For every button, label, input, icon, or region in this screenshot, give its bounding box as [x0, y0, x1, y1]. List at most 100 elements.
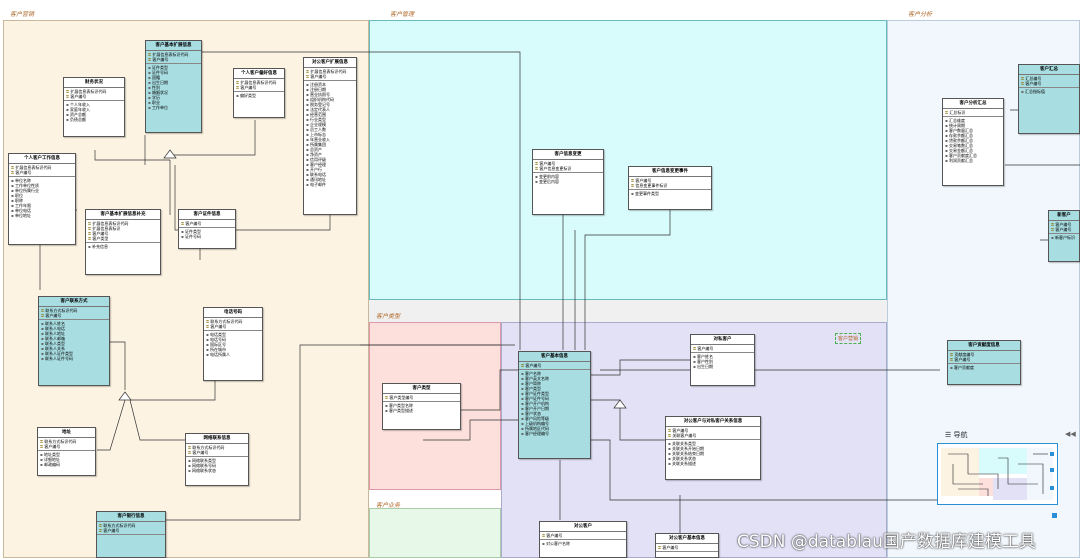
entity-title: 客户分析汇总: [943, 99, 1003, 109]
entity-customer-bank-info[interactable]: 客户银行信息 联系方式标识代码 客户编号: [96, 511, 166, 558]
entity-title: 客户证件信息: [179, 210, 235, 220]
minimap-preview: [941, 448, 1054, 500]
entity-title: 财务状况: [64, 78, 124, 88]
entity-title: 客户汇总: [1019, 65, 1079, 75]
entity-customer-contact[interactable]: 客户联系方式 联系方式标识代码 客户编号 联系人姓名 联系人电话 联系人地址 联…: [38, 296, 110, 386]
entity-key: 客户类型编号: [385, 395, 458, 400]
entity-title: 电话号码: [204, 308, 262, 318]
entity-attr: 邮政编码: [40, 462, 93, 467]
entity-title: 个人客户工作信息: [9, 154, 75, 164]
entity-personal-preference[interactable]: 个人客户偏好信息 扩展信息表标识代码 客户编号 偏好类型: [233, 68, 285, 118]
entity-attr: 偏好类型: [236, 93, 282, 98]
entity-customer-info-change[interactable]: 客户信息变更 客户编号 客户信息变更标识 变更前内容 变更后内容: [532, 149, 604, 215]
entity-title: 客户银行信息: [97, 512, 165, 522]
entity-phone-number[interactable]: 电话号码 联系方式标识代码 客户编号 电话类型 电话号码 国际区号 所在城市 电…: [203, 307, 263, 381]
entity-customer-type[interactable]: 客户类型 客户类型编号 客户类型名称 客户类型描述: [382, 383, 461, 430]
entity-title: 客户贡献度信息: [948, 341, 1020, 351]
entity-key: 客户编号: [188, 450, 246, 455]
entity-attr: 汇总指标值: [1021, 89, 1077, 94]
entity-attr: 关联关系描述: [668, 461, 758, 466]
entity-key: 客户编号: [542, 533, 624, 538]
entity-key: 客户编号: [206, 324, 260, 329]
entity-key: 客户编号: [658, 545, 716, 550]
entity-attr: 单位地址: [11, 213, 73, 218]
entity-key: 客户编号: [236, 85, 282, 90]
entity-attr: 变更事件类型: [631, 191, 709, 196]
entity-title: 对私客户: [691, 335, 754, 345]
entity-attr: 负债总额: [66, 117, 122, 122]
entity-customer-ext-info[interactable]: 客户基本扩展信息 扩展信息表标识代码 客户编号 证件类型 证件号码 国籍 出生日…: [145, 40, 202, 133]
entity-key: 客户类型: [88, 236, 158, 241]
entity-new-customer[interactable]: 新客户 客户编号 客户编号 新客户标识: [1048, 210, 1080, 262]
entity-private-customer[interactable]: 对私客户 客户编号 客户姓名 客户性别 出生日期: [690, 334, 755, 386]
minimap-resize-handle[interactable]: [1052, 513, 1057, 518]
entity-attr: 变更后内容: [535, 179, 601, 184]
entity-key: 客户编号: [1051, 227, 1077, 232]
entity-corp-private-relation[interactable]: 对公客户与对私客户关系信息 客户编号 关联客户编号 关联关系类型 关联关系开始日…: [665, 416, 761, 480]
entity-customer-basic-info[interactable]: 客户基本信息 客户编号 客户名称 客户英文名称 客户简称 客户类型 客户证件类型…: [518, 351, 591, 459]
entity-attr: 证件号码: [181, 234, 233, 239]
entity-title: 对公客户与对私客户关系信息: [666, 417, 760, 427]
entity-financial-status[interactable]: 财务状况 扩展信息表标识代码 客户编号 个人年收入 家庭年收入 资产总额 负债总…: [63, 77, 125, 137]
entity-key: 汇总标识: [945, 110, 1001, 115]
entity-key: 客户编号: [521, 363, 588, 368]
entity-customer-change-event[interactable]: 客户信息变更事件 客户编号 信息变更事件标识 变更事件类型: [628, 166, 712, 210]
entity-customer-ext-supplement[interactable]: 客户基本扩展信息补充 扩展信息表标识代码 扩展信息表标识 客户编号 客户类型 补…: [85, 209, 161, 275]
entity-key: 客户编号: [693, 346, 752, 351]
entity-attr: 新客户标识: [1051, 235, 1077, 240]
minimap[interactable]: [937, 443, 1058, 505]
entity-title: 客户信息变更事件: [629, 167, 711, 177]
minimap-title: ☰ 导航: [945, 430, 968, 440]
entity-key: 客户信息变更标识: [535, 166, 601, 171]
entity-key: 客户编号: [66, 94, 122, 99]
entity-title: 个人客户偏好信息: [234, 69, 284, 79]
entity-attr: 客户类型描述: [385, 408, 458, 413]
minimap-collapse-button[interactable]: ◀◀: [1065, 430, 1076, 438]
entity-key: 客户编号: [181, 221, 233, 226]
entity-attr: 联系人证件号码: [41, 356, 107, 361]
entity-title: 客户基本扩展信息补充: [86, 210, 160, 220]
entity-title: 地址: [38, 428, 95, 438]
entity-attr: 客户贡献度: [950, 365, 1018, 370]
menu-icon[interactable]: ☰: [945, 431, 951, 439]
entity-corporate-ext-info[interactable]: 对公客户扩展信息 扩展信息表标识代码 客户编号 注册资本 注册日期 营业执照号 …: [303, 57, 357, 215]
entity-attr: 出生日期: [693, 364, 752, 369]
entity-attr: 电话所属人: [206, 352, 260, 357]
entity-attr: 网络联系状态: [188, 468, 246, 473]
entity-customer-id-info[interactable]: 客户证件信息 客户编号 证件类型 证件号码: [178, 209, 236, 249]
entity-corporate-basic-info[interactable]: 对公客户基本信息 客户编号: [655, 533, 719, 558]
entity-attr: 客户经理编号: [521, 431, 588, 436]
entity-key: 客户编号: [41, 313, 107, 318]
entity-title: 对公客户扩展信息: [304, 58, 356, 68]
entity-key: 信息变更事件标识: [631, 183, 709, 188]
entity-title: 对公客户: [540, 522, 626, 532]
entity-title: 客户基本信息: [519, 352, 590, 362]
entity-key: 客户编号: [1021, 81, 1077, 86]
entity-attr: 对公客户名称: [542, 541, 624, 546]
entity-attr: 电子邮件: [306, 182, 354, 187]
entity-address[interactable]: 地址 联系方式标识代码 客户编号 地址类型 详细地址 邮政编码: [37, 427, 96, 476]
entity-title: 对公客户基本信息: [656, 534, 718, 544]
entity-title: 新客户: [1049, 211, 1079, 221]
entity-corporate-customer[interactable]: 对公客户 客户编号 对公客户名称: [539, 521, 627, 558]
watermark: CSDN @datablau国产数据库建模工具: [737, 532, 1036, 552]
entity-title: 客户联系方式: [39, 297, 109, 307]
entity-attr: 补充信息: [88, 244, 158, 249]
entity-customer-contribution[interactable]: 客户贡献度信息 贡献度编号 客户编号 客户贡献度: [947, 340, 1021, 385]
entity-key: 客户编号: [11, 170, 73, 175]
entity-title: 网络联系信息: [186, 434, 248, 444]
entity-key: 客户编号: [40, 444, 93, 449]
entity-attr: 利润贡献汇总: [945, 158, 1001, 163]
entity-key: 客户编号: [306, 74, 354, 79]
entity-customer-analysis-summary[interactable]: 客户分析汇总 汇总标识 汇总维度 统计周期 客户数量汇总 存款余额汇总 贷款余额…: [942, 98, 1004, 186]
entity-key: 客户编号: [950, 357, 1018, 362]
entity-title: 客户基本扩展信息: [146, 41, 201, 51]
entity-key: 客户编号: [99, 528, 163, 533]
entity-network-contact[interactable]: 网络联系信息 联系方式标识代码 客户编号 网络联系类型 网络联系号码 网络联系状…: [185, 433, 249, 486]
entity-customer-summary[interactable]: 客户汇总 汇总编号 客户编号 汇总指标值: [1018, 64, 1080, 134]
entity-title: 客户类型: [383, 384, 460, 394]
entity-personal-work-info[interactable]: 个人客户工作信息 扩展信息表标识代码 客户编号 单位名称 工作单位性质 单位所属…: [8, 153, 76, 245]
minimap-title-text: 导航: [953, 431, 968, 439]
entity-title: 客户信息变更: [533, 150, 603, 160]
entity-attr: 工作单位: [148, 105, 199, 110]
